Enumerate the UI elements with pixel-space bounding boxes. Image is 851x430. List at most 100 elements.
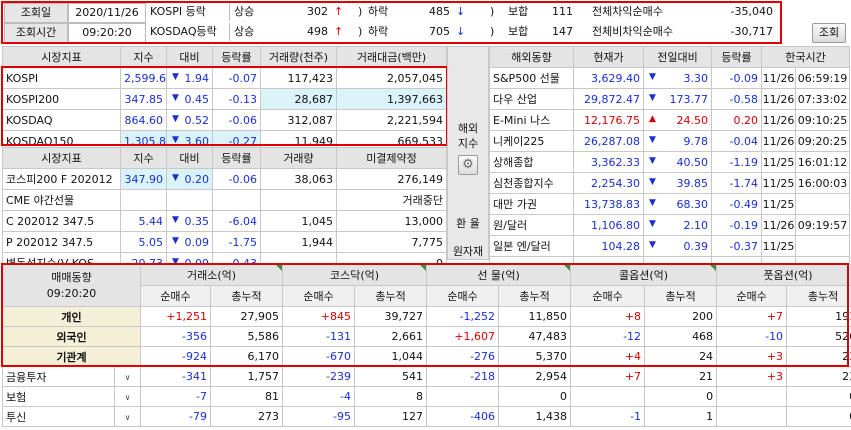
investor-dropdown[interactable]: ∨ (114, 386, 141, 407)
group-label: 콜옵션(억) (619, 269, 669, 282)
overseas-date: 11/25 (761, 235, 796, 257)
cumulative-cell: 526 (786, 326, 851, 347)
change-value: 0.35 (184, 214, 210, 228)
overseas-rate: -0.37 (711, 235, 762, 257)
overseas-date: 11/26 (761, 130, 796, 152)
net-buy-cell: -4 (282, 386, 356, 407)
investor-dropdown[interactable]: ∨ (114, 406, 141, 427)
down-triangle-icon: ▼ (649, 71, 656, 82)
col-header: 거래대금(백만) (336, 46, 447, 68)
futures-change (166, 189, 213, 211)
cumulative-cell: 11,850 (498, 306, 572, 327)
col-header: 대비 (166, 147, 213, 169)
down-triangle-icon: ▼ (172, 92, 179, 103)
table-row[interactable]: 기관계 -9246,170-6701,044-2765,370+424+323 (2, 346, 851, 367)
net-buy-cell: -670 (282, 346, 356, 367)
group-header: 코스닥(억) (282, 264, 428, 286)
up-arrow-icon: ↑ (334, 25, 344, 38)
index-name: KOSPI (2, 67, 121, 89)
net-buy-cell: -406 (426, 406, 500, 427)
table-row[interactable]: 코스피200 F 202012 347.90 ▼ 0.20 -0.06 38,06… (2, 168, 447, 190)
col-header: 등락률 (212, 147, 261, 169)
index-name: KOSDAQ (2, 109, 121, 131)
paren-close: ) (358, 5, 363, 18)
search-button[interactable]: 조회 (812, 23, 846, 43)
cumulative-cell: 6,170 (209, 346, 284, 367)
date-value[interactable]: 2020/11/26 (68, 3, 146, 23)
overseas-time: 06:59:19 (794, 67, 851, 89)
group-label: 코스닥(억) (329, 269, 380, 282)
futures-change: ▼ 0.20 (166, 168, 213, 190)
change-value: 2.10 (683, 218, 709, 232)
change-value: 3.60 (184, 134, 210, 148)
col-header: 등락률 (711, 46, 762, 68)
sub-header-total: 총누적 (786, 285, 851, 307)
table-row[interactable]: 니케이225 26,287.08 ▼ 9.78 -0.04 11/26 09:20… (489, 130, 851, 152)
overseas-price: 26,287.08 (573, 130, 644, 152)
sub-header-net: 순매수 (570, 285, 646, 307)
trade-title-cell: 매매동향 09:20:20 (2, 264, 141, 307)
investor-trade-table: 매매동향 09:20:20 거래소(억) 코스닥(억) 선 물(억) 콜옵션(억… (2, 264, 851, 427)
fx-label: 환 율 (456, 217, 480, 230)
market-label: KOSPI 등락 (150, 3, 230, 21)
index-change: ▼ 0.52 (166, 109, 213, 131)
overseas-rate: -0.58 (711, 88, 762, 110)
table-row[interactable]: 투신 ∨ -79273-95127-4061,438-11 0 (2, 406, 851, 427)
gear-button[interactable]: ⚙ (458, 155, 478, 175)
overseas-time: 09:20:25 (794, 130, 851, 152)
table-row[interactable]: KOSPI 2,599.60 ▼ 1.94 -0.07 117,423 2,057… (2, 67, 447, 89)
up-triangle-icon: ▲ (649, 113, 656, 124)
futures-change: ▼ 0.35 (166, 210, 213, 232)
index-rate: -0.06 (212, 109, 261, 131)
table-row[interactable]: 일본 엔/달러 104.28 ▼ 0.39 -0.37 11/25 (489, 235, 851, 257)
overseas-price: 12,176.75 (573, 109, 644, 131)
change-value: 0.52 (184, 113, 210, 127)
cumulative-cell: 2,661 (354, 326, 428, 347)
overseas-date: 11/25 (761, 172, 796, 194)
table-row[interactable]: CME 야간선물 거래중단 (2, 189, 447, 211)
investor-name: 보험 (2, 386, 115, 407)
table-row[interactable]: 보험 ∨ -781-48 0 0 0 (2, 386, 851, 407)
overseas-date: 11/25 (761, 193, 796, 215)
table-row[interactable]: KOSPI200 347.85 ▼ 0.45 -0.13 28,687 1,397… (2, 88, 447, 110)
col-header: 거래량 (260, 147, 337, 169)
table-row[interactable]: E-Mini 나스 12,176.75 ▲ 24.50 0.20 11/26 09… (489, 109, 851, 131)
overseas-rate: -1.19 (711, 151, 762, 173)
down-triangle-icon: ▼ (649, 239, 656, 250)
net-buy-cell: -356 (140, 326, 211, 347)
table-row[interactable]: 금융투자 ∨ -3411,757-239541-2182,954+721+323 (2, 366, 851, 387)
net-buy-cell: -239 (282, 366, 356, 387)
change-value: 39.85 (676, 176, 709, 190)
table-row[interactable]: P 202012 347.5 5.05 ▼ 0.09 -1.75 1,944 7,… (2, 231, 447, 253)
corner-marker-icon (564, 265, 570, 271)
overseas-change: ▼ 9.78 (643, 130, 712, 152)
table-row[interactable]: S&P500 선물 3,629.40 ▼ 3.30 -0.09 11/26 06:… (489, 67, 851, 89)
futures-value: 5.44 (120, 210, 167, 232)
flat-label: 보합 (508, 25, 529, 38)
table-row[interactable]: 원/달러 1,106.80 ▼ 2.10 -0.19 11/26 09:19:57 (489, 214, 851, 236)
investor-dropdown[interactable]: ∨ (114, 366, 141, 387)
table-row[interactable]: 대만 가권 13,738.83 ▼ 68.30 -0.49 11/25 (489, 193, 851, 215)
down-triangle-icon: ▼ (649, 155, 656, 166)
up-value: 302 (307, 5, 328, 18)
cumulative-cell: 23 (786, 366, 851, 387)
futures-name: P 202012 347.5 (2, 231, 121, 253)
time-value[interactable]: 09:20:20 (68, 23, 146, 43)
kospi-breadth-row: KOSPI 등락 상승 302 ↑ ) 하락 485 ↓ ) 보합 111 전체… (148, 3, 780, 23)
table-row[interactable]: 외국인 -356 5,586 -131 2,661 +1,607 47,483 -12 468-… (2, 326, 851, 347)
table-row[interactable]: KOSDAQ 864.60 ▼ 0.52 -0.06 312,087 2,221,… (2, 109, 447, 131)
overseas-price: 2,254.30 (573, 172, 644, 194)
flat-value: 147 (552, 25, 573, 38)
cumulative-cell: 1,438 (498, 406, 572, 427)
table-row[interactable]: 다우 산업 29,872.47 ▼ 173.77 -0.58 11/26 07:3… (489, 88, 851, 110)
down-triangle-icon: ▼ (649, 197, 656, 208)
overseas-name: 일본 엔/달러 (489, 235, 574, 257)
table-row[interactable]: 심천종합지수 2,254.30 ▼ 39.85 -1.74 11/25 16:00… (489, 172, 851, 194)
table-row[interactable]: C 202012 347.5 5.44 ▼ 0.35 -6.04 1,045 13… (2, 210, 447, 232)
futures-rate: -0.06 (212, 168, 261, 190)
paren-close: ) (490, 25, 495, 38)
col-header: 해외동향 (489, 46, 574, 68)
table-row[interactable]: 상해종합 3,362.33 ▼ 40.50 -1.19 11/25 16:01:1… (489, 151, 851, 173)
index-amount: 2,221,594 (336, 109, 447, 131)
table-row[interactable]: 개인 +1,251 27,905 +845 39,727 -1,252 11,850 +8 20… (2, 306, 851, 327)
